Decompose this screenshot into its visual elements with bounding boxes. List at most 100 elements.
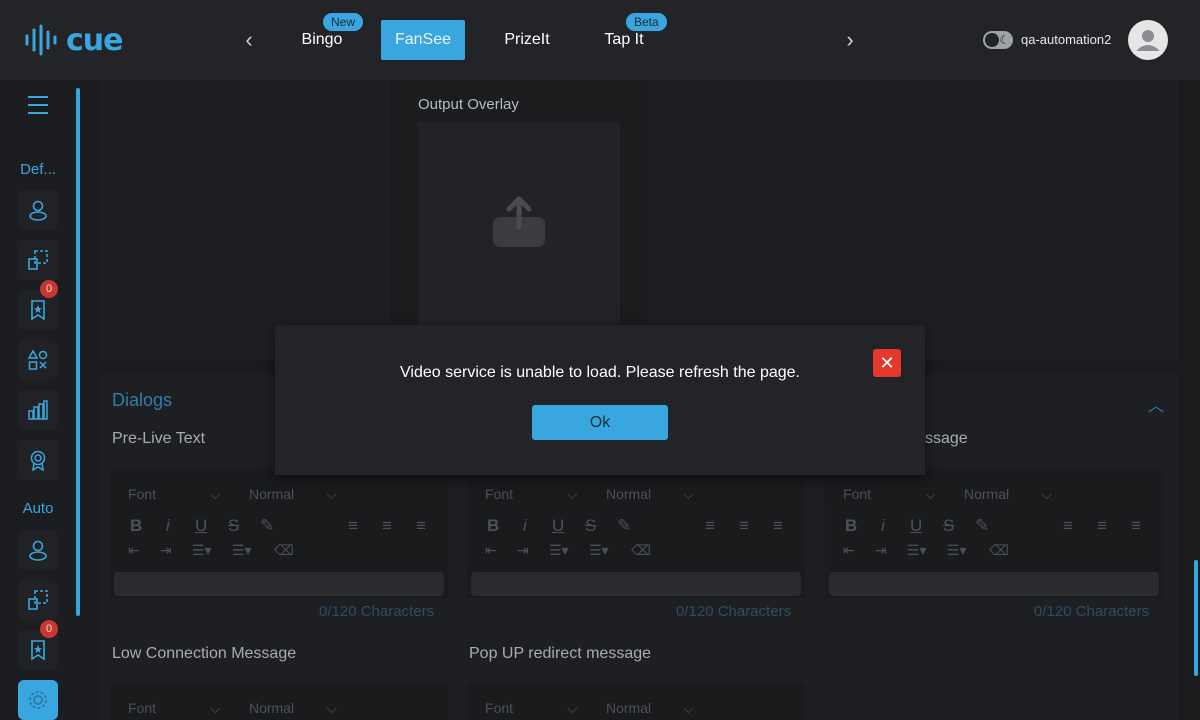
align-left-icon[interactable]: ≡	[348, 516, 358, 536]
hamburger-menu-icon[interactable]	[28, 96, 48, 114]
avatar[interactable]	[1128, 20, 1168, 60]
size-select-label: Normal	[249, 700, 295, 716]
close-icon[interactable]: ✕	[873, 349, 901, 377]
pre-live-text-label: Pre-Live Text	[112, 430, 206, 447]
font-select[interactable]: Font ⌵	[128, 700, 221, 717]
bullet-list-icon[interactable]: ☰▾	[232, 542, 252, 559]
tab-tapit-label: Tap It	[604, 31, 644, 48]
indent-icon[interactable]: ⇥	[160, 542, 172, 559]
ordered-list-icon[interactable]: ☰▾	[192, 542, 212, 559]
italic-icon[interactable]: i	[881, 516, 885, 536]
highlight-icon[interactable]: ✎	[975, 516, 989, 536]
bold-icon[interactable]: B	[845, 516, 857, 536]
tab-prizeit[interactable]: PrizeIt	[495, 20, 559, 60]
tab-bingo-label: Bingo	[301, 31, 343, 48]
underline-icon[interactable]: U	[195, 516, 207, 536]
indent-icon[interactable]: ⇥	[517, 542, 529, 559]
chevron-down-icon: ⌵	[210, 700, 221, 716]
sidebar-item-shapes[interactable]	[18, 340, 58, 380]
chevron-down-icon: ⌵	[683, 486, 694, 502]
nav-next-arrow-icon[interactable]: ›	[840, 28, 860, 52]
italic-icon[interactable]: i	[166, 516, 170, 536]
chevron-down-icon: ⌵	[210, 486, 221, 502]
rich-text-editor: Font ⌵ Normal ⌵	[467, 684, 805, 720]
sidebar-item-settings-auto[interactable]	[18, 680, 58, 720]
font-select[interactable]: Font ⌵	[843, 486, 936, 503]
page-scrollbar[interactable]	[1194, 560, 1198, 676]
sidebar-item-user-auto[interactable]	[18, 530, 58, 570]
clear-format-icon[interactable]: ⌫	[631, 542, 651, 559]
ordered-list-icon[interactable]: ☰▾	[549, 542, 569, 559]
highlight-icon[interactable]: ✎	[617, 516, 631, 536]
bullet-list-icon[interactable]: ☰▾	[589, 542, 609, 559]
chevron-down-icon: ⌵	[326, 486, 337, 502]
sidebar-item-bookmark[interactable]: 0	[18, 280, 58, 330]
collapse-chevron-icon[interactable]: ︿	[1148, 392, 1164, 416]
align-right-icon[interactable]: ≡	[1131, 516, 1141, 536]
strikethrough-icon[interactable]: S	[943, 516, 954, 536]
size-select-label: Normal	[606, 486, 652, 502]
bookmark-star-icon	[31, 300, 45, 321]
size-select[interactable]: Normal ⌵	[249, 486, 337, 503]
sidebar-item-award[interactable]	[18, 440, 58, 480]
align-left-icon[interactable]: ≡	[1063, 516, 1073, 536]
cue-logo[interactable]: cue	[24, 22, 123, 58]
sidebar-scrollbar[interactable]	[76, 88, 80, 616]
align-right-icon[interactable]: ≡	[416, 516, 426, 536]
font-select[interactable]: Font ⌵	[128, 486, 221, 503]
underline-icon[interactable]: U	[910, 516, 922, 536]
rich-text-editor: Font ⌵ Normal ⌵ B i U S ✎ ≡ ≡ ≡ ⇤ ⇥ ☰▾ ☰▾ …	[825, 470, 1163, 598]
logo-text: cue	[66, 22, 123, 58]
sidebar-item-layers[interactable]	[18, 240, 58, 280]
username: qa-automation2	[1021, 32, 1112, 47]
ordered-list-icon[interactable]: ☰▾	[907, 542, 927, 559]
theme-toggle[interactable]: ☾	[983, 31, 1013, 49]
bold-icon[interactable]: B	[487, 516, 499, 536]
clear-format-icon[interactable]: ⌫	[274, 542, 294, 559]
align-center-icon[interactable]: ≡	[739, 516, 749, 536]
size-select[interactable]: Normal ⌵	[964, 486, 1052, 503]
font-select[interactable]: Font ⌵	[485, 700, 578, 717]
bullet-list-icon[interactable]: ☰▾	[947, 542, 967, 559]
font-select[interactable]: Font ⌵	[485, 486, 578, 503]
size-select[interactable]: Normal ⌵	[249, 700, 337, 717]
chevron-down-icon: ⌵	[567, 486, 578, 502]
bold-icon[interactable]: B	[130, 516, 142, 536]
dialog-text-input[interactable]	[471, 572, 801, 596]
strikethrough-icon[interactable]: S	[228, 516, 239, 536]
outdent-icon[interactable]: ⇤	[128, 542, 140, 559]
outdent-icon[interactable]: ⇤	[843, 542, 855, 559]
align-left-icon[interactable]: ≡	[705, 516, 715, 536]
underline-icon[interactable]: U	[552, 516, 564, 536]
outdent-icon[interactable]: ⇤	[485, 542, 497, 559]
sidebar-item-bookmark-auto[interactable]: 0	[18, 620, 58, 670]
bookmark-star-icon	[31, 640, 45, 661]
dialog-message-input[interactable]	[829, 572, 1159, 596]
ok-button[interactable]: Ok	[532, 405, 668, 440]
chevron-down-icon: ⌵	[567, 700, 578, 716]
sidebar-item-layers-auto[interactable]	[18, 580, 58, 620]
italic-icon[interactable]: i	[523, 516, 527, 536]
sidebar-item-user[interactable]	[18, 190, 58, 230]
layers-icon	[28, 590, 48, 610]
pre-live-text-input[interactable]	[114, 572, 444, 596]
chevron-down-icon: ⌵	[326, 700, 337, 716]
size-select[interactable]: Normal ⌵	[606, 700, 694, 717]
output-overlay-upload[interactable]	[418, 122, 620, 327]
size-select[interactable]: Normal ⌵	[606, 486, 694, 503]
align-center-icon[interactable]: ≡	[382, 516, 392, 536]
align-center-icon[interactable]: ≡	[1097, 516, 1107, 536]
clear-format-icon[interactable]: ⌫	[989, 542, 1009, 559]
tab-fansee[interactable]: FanSee	[381, 20, 465, 60]
size-select-label: Normal	[249, 486, 295, 502]
chevron-down-icon: ⌵	[925, 486, 936, 502]
low-connection-message-label: Low Connection Message	[112, 645, 297, 662]
highlight-icon[interactable]: ✎	[260, 516, 274, 536]
indent-icon[interactable]: ⇥	[875, 542, 887, 559]
field-label-3: ssage	[925, 430, 968, 447]
align-right-icon[interactable]: ≡	[773, 516, 783, 536]
strikethrough-icon[interactable]: S	[585, 516, 596, 536]
sidebar-item-chart[interactable]	[18, 390, 58, 430]
layers-icon	[28, 250, 48, 270]
nav-prev-arrow-icon[interactable]: ‹	[239, 28, 259, 52]
